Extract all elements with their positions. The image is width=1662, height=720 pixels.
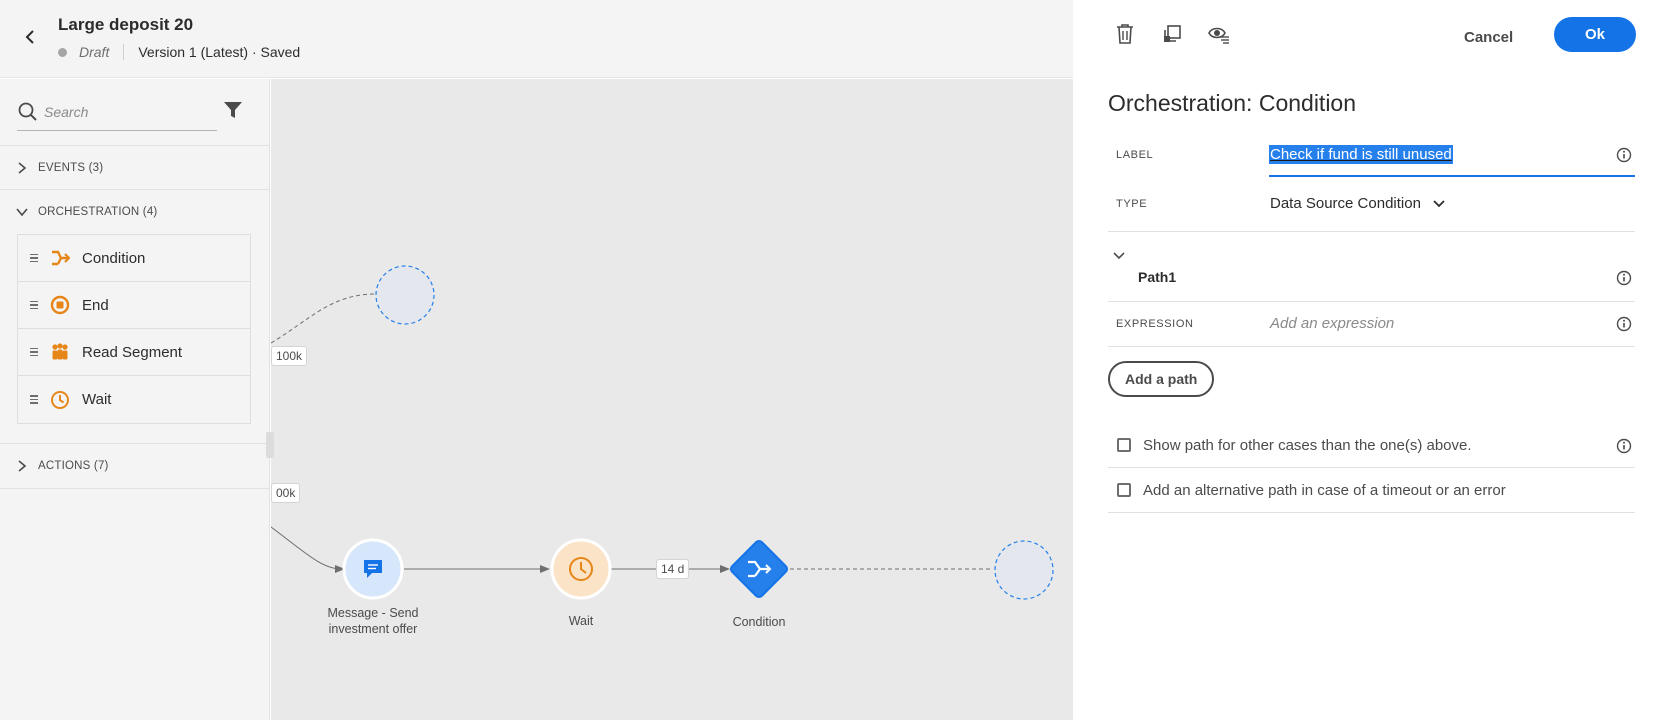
duplicate-icon	[1164, 25, 1181, 42]
divider	[123, 44, 125, 60]
label-input-value: Check if fund is still unused	[1269, 145, 1453, 164]
edge-label-wait-duration: 14 d	[656, 559, 690, 579]
search-input[interactable]	[44, 103, 204, 120]
field-label: TYPE	[1116, 198, 1148, 210]
activity-condition[interactable]: Condition	[18, 235, 250, 282]
info-icon[interactable]	[1616, 147, 1632, 163]
section-events-label: EVENTS (3)	[38, 162, 104, 174]
node-message[interactable]	[342, 538, 404, 600]
node-label-message: Message - Send investment offer	[311, 605, 435, 637]
node-label-line: investment offer	[328, 622, 418, 636]
edge-lower	[271, 526, 342, 570]
hide-button[interactable]	[1207, 22, 1231, 46]
activity-sidebar: EVENTS (3) ORCHESTRATION (4) Condition E…	[0, 79, 270, 720]
section-orchestration-label: ORCHESTRATION (4)	[38, 206, 158, 218]
version-label[interactable]: Version 1 (Latest) · Saved	[138, 44, 300, 60]
placeholder-node-upper[interactable]	[375, 265, 435, 325]
section-actions-label: ACTIONS (7)	[38, 460, 109, 472]
checkbox-row-other-cases: Show path for other cases than the one(s…	[1108, 423, 1635, 468]
filter-icon	[224, 102, 242, 118]
back-button[interactable]	[20, 26, 42, 48]
condition-icon	[50, 248, 70, 268]
cancel-button[interactable]: Cancel	[1452, 20, 1525, 54]
panel-title: Orchestration: Condition	[1108, 90, 1357, 116]
field-label: EXPRESSION	[1116, 318, 1194, 330]
edge-label-lower: 00k	[271, 483, 301, 503]
section-events-toggle[interactable]: EVENTS (3)	[0, 146, 270, 190]
journey-header: Large deposit 20 Draft Version 1 (Latest…	[0, 0, 1073, 78]
node-label-wait: Wait	[568, 614, 594, 628]
wait-icon	[50, 390, 70, 410]
checkbox-label: Add an alternative path in case of a tim…	[1143, 481, 1506, 499]
edge-upper	[271, 293, 377, 344]
node-label-condition: Condition	[732, 615, 786, 629]
filter-button[interactable]	[222, 99, 246, 121]
info-icon[interactable]	[1616, 270, 1632, 286]
add-path-button[interactable]: Add a path	[1108, 361, 1215, 397]
activity-read-segment[interactable]: Read Segment	[18, 329, 250, 376]
sidebar-resize-handle[interactable]	[266, 432, 274, 458]
chevron-down-icon	[1433, 199, 1445, 207]
orchestration-activity-list: Condition End Read Segment Wait	[17, 234, 251, 424]
type-dropdown-value: Data Source Condition	[1270, 195, 1421, 212]
expression-field-row: EXPRESSION Add an expression	[1108, 301, 1635, 347]
section-orchestration: ORCHESTRATION (4)	[0, 189, 270, 234]
activity-label: Wait	[82, 391, 112, 408]
drag-handle-icon	[30, 393, 40, 406]
section-actions-toggle[interactable]: ACTIONS (7)	[0, 444, 270, 488]
activity-end[interactable]: End	[18, 282, 250, 329]
chevron-left-icon	[25, 30, 34, 44]
ok-button[interactable]: Ok	[1554, 17, 1636, 52]
section-orchestration-toggle[interactable]: ORCHESTRATION (4)	[0, 190, 270, 234]
trash-icon	[1117, 24, 1133, 44]
drag-handle-icon	[30, 252, 40, 265]
checkbox-label: Show path for other cases than the one(s…	[1143, 436, 1472, 454]
drag-handle-icon	[30, 299, 40, 312]
node-condition[interactable]	[729, 539, 789, 599]
section-actions: ACTIONS (7)	[0, 443, 270, 489]
chevron-right-icon	[18, 460, 27, 472]
duplicate-button[interactable]	[1160, 22, 1184, 46]
delete-button[interactable]	[1113, 22, 1137, 46]
chevron-right-icon	[18, 162, 27, 174]
other-cases-checkbox[interactable]	[1117, 438, 1131, 452]
status-dot	[58, 47, 67, 57]
node-wait[interactable]	[550, 538, 612, 600]
section-events: EVENTS (3)	[0, 145, 270, 190]
field-label: LABEL	[1116, 149, 1154, 161]
placeholder-node-next[interactable]	[994, 540, 1054, 600]
timeout-checkbox[interactable]	[1117, 483, 1131, 497]
expression-input[interactable]: Add an expression	[1270, 315, 1394, 332]
chevron-down-icon[interactable]	[1111, 248, 1127, 264]
search-box	[17, 93, 217, 131]
read-segment-icon	[50, 342, 70, 362]
type-field-row: TYPE Data Source Condition	[1108, 178, 1635, 232]
edge-label-upper: 100k	[271, 346, 308, 366]
journey-title: Large deposit 20	[58, 15, 194, 34]
checkbox-row-timeout: Add an alternative path in case of a tim…	[1108, 468, 1635, 513]
path-name: Path1	[1138, 269, 1177, 285]
chevron-down-icon	[16, 208, 28, 217]
type-dropdown[interactable]: Data Source Condition	[1270, 195, 1445, 212]
status-label: Draft	[79, 44, 110, 60]
activity-wait[interactable]: Wait	[18, 376, 250, 423]
end-icon	[50, 295, 70, 315]
activity-label: Condition	[82, 249, 146, 267]
hide-icon	[1208, 27, 1229, 44]
journey-status-row: Draft Version 1 (Latest) · Saved	[58, 44, 300, 60]
activity-label: End	[82, 296, 109, 314]
drag-handle-icon	[30, 346, 40, 359]
node-label-line: Message - Send	[327, 606, 419, 620]
journey-canvas[interactable]: 100k 00k 14 d Message - Send investment …	[271, 79, 1073, 720]
label-input[interactable]: Check if fund is still unused	[1269, 141, 1635, 177]
activity-label: Read Segment	[82, 343, 183, 361]
info-icon[interactable]	[1616, 438, 1632, 454]
search-icon	[18, 102, 37, 121]
info-icon[interactable]	[1616, 316, 1632, 332]
